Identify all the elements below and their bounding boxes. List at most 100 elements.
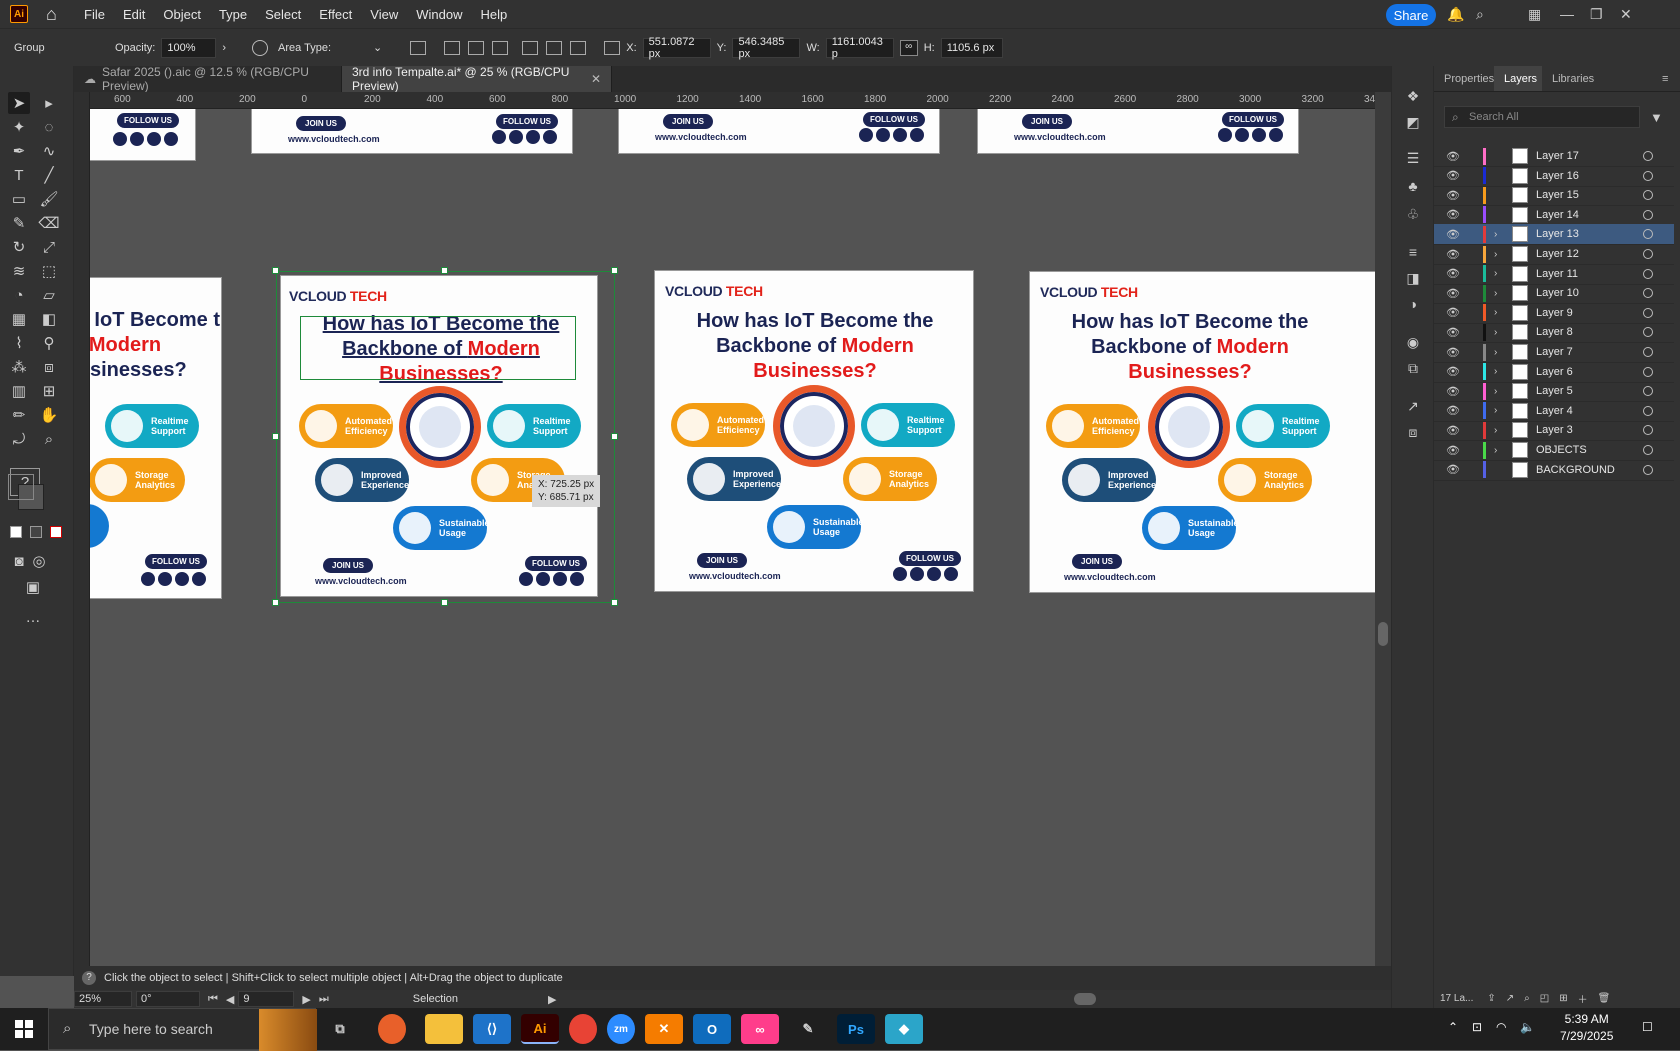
target-circle-icon[interactable] <box>1643 151 1653 161</box>
visibility-eye-icon[interactable]: 👁 <box>1446 444 1460 457</box>
visibility-eye-icon[interactable]: 👁 <box>1446 385 1460 398</box>
expand-arrow-icon[interactable]: › <box>1494 307 1497 318</box>
scale-icon[interactable]: ⤢ <box>38 236 60 258</box>
first-artboard-icon[interactable]: ⏮ <box>208 993 218 1006</box>
align-left-icon[interactable] <box>444 40 461 55</box>
file-explorer-icon[interactable] <box>425 1014 463 1044</box>
rotation-field[interactable]: 0° <box>136 991 200 1007</box>
target-circle-icon[interactable] <box>1643 445 1653 455</box>
symbol-sprayer-icon[interactable]: ⁂ <box>8 356 30 378</box>
tab-safar[interactable]: ☁ Safar 2025 ().aic @ 12.5 % (RGB/CPU Pre… <box>74 65 342 93</box>
illustrator-taskbar-icon[interactable]: Ai <box>521 1014 559 1044</box>
stroke-icon[interactable]: ≡ <box>1403 242 1423 262</box>
pen-app-icon[interactable]: ✎ <box>789 1014 827 1044</box>
zoom-app-icon[interactable]: zm <box>607 1014 635 1044</box>
resize-handle[interactable] <box>272 267 279 274</box>
artboard-left-partial[interactable]: How has IoT Become the Modern Businesses… <box>90 277 222 599</box>
h-field[interactable]: 1105.6 px <box>940 37 1003 58</box>
symbols-icon[interactable]: ♣ <box>1403 176 1423 196</box>
workspace-icon[interactable]: ▦ <box>1528 6 1541 23</box>
swatches-icon[interactable]: ❖ <box>1403 86 1423 106</box>
y-field[interactable]: 546.3485 px <box>732 36 801 60</box>
target-circle-icon[interactable] <box>1643 190 1653 201</box>
menu-window[interactable]: Window <box>416 7 462 22</box>
menu-select[interactable]: Select <box>265 7 301 22</box>
creative-cloud-icon[interactable]: ∞ <box>741 1014 779 1044</box>
color-mode-icon[interactable] <box>10 526 22 538</box>
target-circle-icon[interactable] <box>1643 268 1653 279</box>
layer-row[interactable]: 👁 › Layer 9 <box>1434 303 1674 324</box>
status-menu-icon[interactable]: ▶ <box>548 993 556 1006</box>
line-tool-icon[interactable]: ╱ <box>38 164 60 186</box>
layers-search-input[interactable]: Search All <box>1444 106 1640 128</box>
layer-row[interactable]: 👁 › Layer 8 <box>1434 322 1674 344</box>
align-right-icon[interactable] <box>492 40 509 55</box>
expand-arrow-icon[interactable]: › <box>1494 327 1497 338</box>
resize-handle[interactable] <box>611 599 618 606</box>
shape-builder-icon[interactable]: ◔ <box>8 284 30 306</box>
close-tab-icon[interactable]: ✕ <box>591 72 601 86</box>
expand-arrow-icon[interactable]: › <box>1494 249 1497 260</box>
tab-layers[interactable]: Layers <box>1494 66 1542 91</box>
app-diamond-icon[interactable]: ◆ <box>885 1014 923 1044</box>
expand-arrow-icon[interactable]: › <box>1494 405 1497 416</box>
expand-arrow-icon[interactable]: › <box>1494 268 1497 279</box>
menu-edit[interactable]: Edit <box>123 7 145 22</box>
fill-swatch[interactable] <box>8 474 34 500</box>
layer-row[interactable]: 👁 › Layer 7 <box>1434 342 1674 363</box>
scroll-thumb[interactable] <box>1378 622 1388 646</box>
artboard-top-3[interactable]: JOIN US www.vcloudtech.com FOLLOW US <box>618 109 940 154</box>
horizontal-ruler[interactable]: 600 400 200 0 200 400 600 800 1000 1200 1400 1600 18… <box>90 92 1375 109</box>
free-transform-icon[interactable]: ⬚ <box>38 260 60 282</box>
transform-icon[interactable] <box>410 40 427 55</box>
artboard-top-4[interactable]: JOIN US www.vcloudtech.com FOLLOW US <box>977 109 1299 154</box>
expand-arrow-icon[interactable]: › <box>1494 425 1497 436</box>
menu-object[interactable]: Object <box>163 7 201 22</box>
restore-icon[interactable]: ❐ <box>1590 6 1603 23</box>
target-circle-icon[interactable] <box>1643 405 1653 416</box>
notification-icon[interactable]: ☐ <box>1642 1020 1653 1034</box>
properties-icon[interactable]: ☰ <box>1403 148 1423 168</box>
visibility-eye-icon[interactable]: 👁 <box>1446 463 1460 476</box>
target-circle-icon[interactable] <box>1643 307 1653 318</box>
brushes-icon[interactable]: ♧ <box>1403 204 1423 224</box>
expand-arrow-icon[interactable]: › <box>1494 445 1497 456</box>
slice-icon[interactable]: ⧈ <box>38 356 60 378</box>
align-middle-icon[interactable] <box>546 40 563 55</box>
resize-handle[interactable] <box>611 267 618 274</box>
eraser-icon[interactable]: ⌫ <box>38 212 60 234</box>
gradient-mode-icon[interactable] <box>30 526 42 538</box>
layer-row[interactable]: 👁 BACKGROUND <box>1434 460 1674 481</box>
vscode-icon[interactable]: ⟨⟩ <box>473 1014 511 1044</box>
warp-icon[interactable]: ≋ <box>8 260 30 282</box>
perspective-icon[interactable]: ▱ <box>38 284 60 306</box>
visibility-eye-icon[interactable]: 👁 <box>1446 150 1460 163</box>
graphic-styles-icon[interactable]: ⧉ <box>1403 358 1423 378</box>
paintbrush-icon[interactable]: 🖌 <box>38 188 60 210</box>
visibility-eye-icon[interactable]: 👁 <box>1446 228 1460 241</box>
network-icon[interactable]: ⊡ <box>1472 1020 1482 1034</box>
layer-row[interactable]: 👁 Layer 15 <box>1434 185 1674 207</box>
blend-icon[interactable]: ⚲ <box>38 332 60 354</box>
artboards-icon[interactable]: ⧈ <box>1403 422 1423 442</box>
rectangle-tool-icon[interactable]: ▭ <box>8 188 30 210</box>
layer-row[interactable]: 👁 › Layer 3 <box>1434 420 1674 442</box>
image-trace-icon[interactable]: ◩ <box>1403 112 1423 132</box>
layer-row[interactable]: 👁 Layer 16 <box>1434 166 1674 187</box>
shaper-icon[interactable]: ✎ <box>8 212 30 234</box>
visibility-eye-icon[interactable]: 👁 <box>1446 189 1460 202</box>
menu-view[interactable]: View <box>370 7 398 22</box>
expand-arrow-icon[interactable]: › <box>1494 347 1497 358</box>
pencil-icon[interactable]: ✏ <box>8 404 30 426</box>
expand-arrow-icon[interactable]: › <box>1494 229 1497 240</box>
type-tool-icon[interactable]: T <box>8 164 30 186</box>
artboard-right-partial[interactable]: VCLOUD TECH How has IoT Become the Backb… <box>1029 271 1375 593</box>
transparency-icon[interactable]: ◑ <box>1403 294 1423 314</box>
locate-object-icon[interactable]: ⌕ <box>1524 993 1530 1004</box>
gradient-panel-icon[interactable]: ◨ <box>1403 268 1423 288</box>
new-layer-icon[interactable]: ＋ <box>1578 991 1588 1006</box>
target-circle-icon[interactable] <box>1643 229 1653 240</box>
target-circle-icon[interactable] <box>1643 386 1653 397</box>
windows-start-icon[interactable] <box>0 1008 48 1050</box>
screen-mode-icon[interactable]: ▣ <box>22 576 44 598</box>
